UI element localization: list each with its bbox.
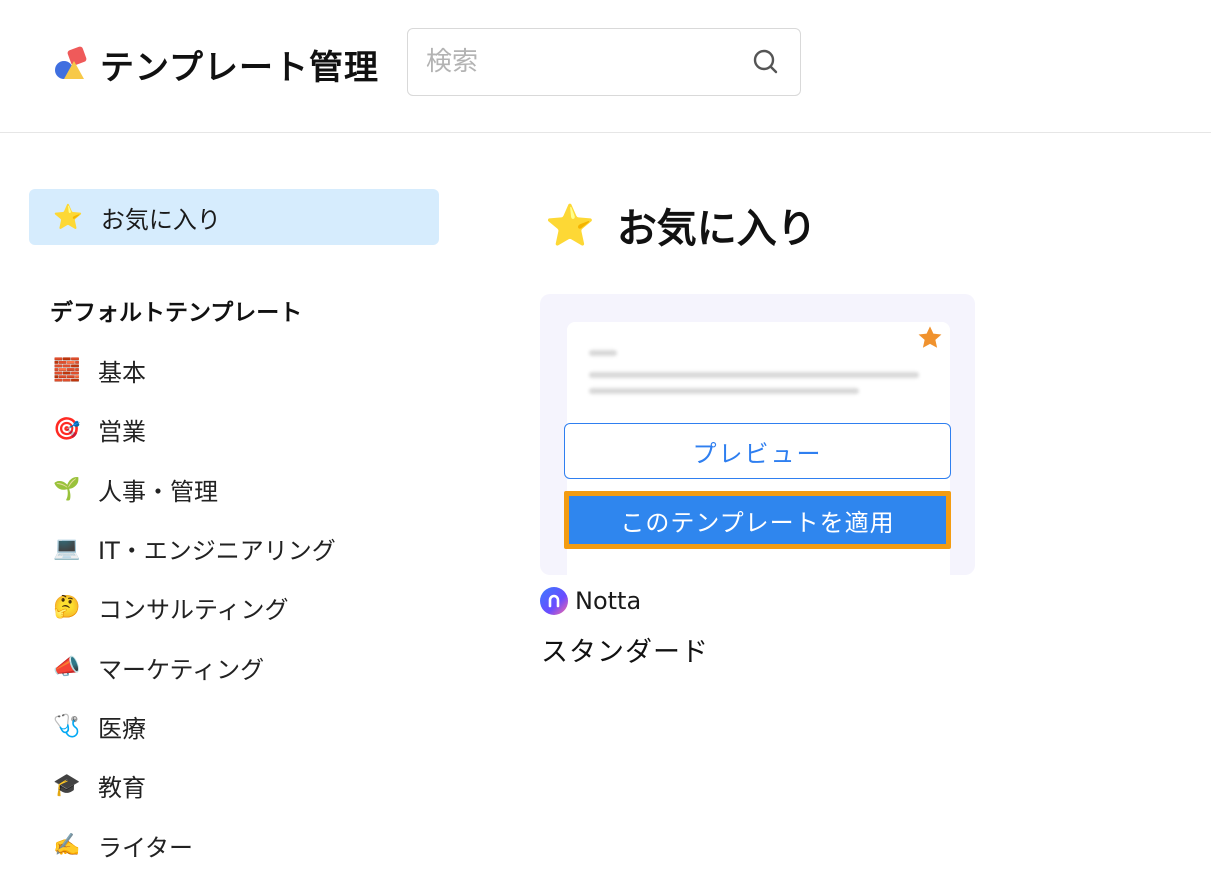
brick-icon: 🧱 <box>53 358 81 384</box>
author-name: Notta <box>575 587 642 615</box>
sidebar-item-it[interactable]: 💻 IT・エンジニアリング <box>29 519 439 578</box>
writing-hand-icon: ✍️ <box>53 832 81 858</box>
template-author: Notta <box>540 587 641 615</box>
stethoscope-icon: 🩺 <box>53 713 81 739</box>
template-name: スタンダード <box>541 637 709 668</box>
blurred-text-line <box>589 388 859 394</box>
sidebar: ⭐ お気に入り デフォルトテンプレート 🧱 基本 🎯 営業 🌱 人事・管理 💻 … <box>29 189 439 875</box>
sidebar-item-sales[interactable]: 🎯 営業 <box>29 400 439 459</box>
sidebar-item-label: 人事・管理 <box>98 477 218 506</box>
star-icon: ⭐ <box>545 202 595 249</box>
sidebar-item-marketing[interactable]: 📣 マーケティング <box>29 637 439 696</box>
blurred-text-line <box>589 372 919 378</box>
graduation-cap-icon: 🎓 <box>53 773 81 799</box>
sidebar-item-label: 基本 <box>98 359 146 388</box>
favorite-star-icon[interactable] <box>916 324 944 356</box>
section-heading-text: お気に入り <box>616 206 817 252</box>
sidebar-item-label: 営業 <box>98 418 146 447</box>
sidebar-item-label: 教育 <box>98 774 146 803</box>
sidebar-item-medical[interactable]: 🩺 医療 <box>29 697 439 756</box>
megaphone-icon: 📣 <box>53 654 81 680</box>
preview-button[interactable]: プレビュー <box>564 423 951 479</box>
template-manager-logo-icon <box>52 45 92 85</box>
sidebar-item-writer[interactable]: ✍️ ライター <box>29 815 439 874</box>
sidebar-item-education[interactable]: 🎓 教育 <box>29 756 439 815</box>
brand: テンプレート管理 <box>52 40 379 89</box>
sidebar-item-label: マーケティング <box>98 655 265 684</box>
page-title: テンプレート管理 <box>100 48 379 88</box>
search-input[interactable] <box>426 43 736 81</box>
sidebar-item-label: IT・エンジニアリング <box>98 537 336 566</box>
sidebar-item-consulting[interactable]: 🤔 コンサルティング <box>29 578 439 637</box>
notta-logo-icon <box>540 587 568 615</box>
thinking-face-icon: 🤔 <box>53 595 81 621</box>
search-box[interactable] <box>407 28 801 96</box>
sidebar-item-hr[interactable]: 🌱 人事・管理 <box>29 460 439 519</box>
sidebar-item-label: ライター <box>98 833 194 862</box>
section-title-default-templates: デフォルトテンプレート <box>50 300 303 326</box>
seedling-icon: 🌱 <box>53 476 81 502</box>
blurred-text-line <box>589 350 617 356</box>
laptop-icon: 💻 <box>53 536 81 562</box>
category-list: 🧱 基本 🎯 営業 🌱 人事・管理 💻 IT・エンジニアリング 🤔 コンサルティ… <box>29 341 439 875</box>
target-icon: 🎯 <box>53 417 81 443</box>
section-heading: ⭐ お気に入り <box>545 196 817 254</box>
template-card[interactable]: プレビュー このテンプレートを適用 <box>540 294 975 575</box>
sidebar-item-label: お気に入り <box>100 205 221 234</box>
sidebar-item-basic[interactable]: 🧱 基本 <box>29 341 439 400</box>
sidebar-item-label: 医療 <box>98 714 146 743</box>
app-header: テンプレート管理 <box>0 0 1211 133</box>
sidebar-item-favorites[interactable]: ⭐ お気に入り <box>29 189 439 245</box>
sidebar-item-label: コンサルティング <box>98 596 289 625</box>
star-icon: ⭐ <box>53 203 83 231</box>
search-icon[interactable] <box>752 48 780 80</box>
apply-template-button[interactable]: このテンプレートを適用 <box>564 491 951 549</box>
